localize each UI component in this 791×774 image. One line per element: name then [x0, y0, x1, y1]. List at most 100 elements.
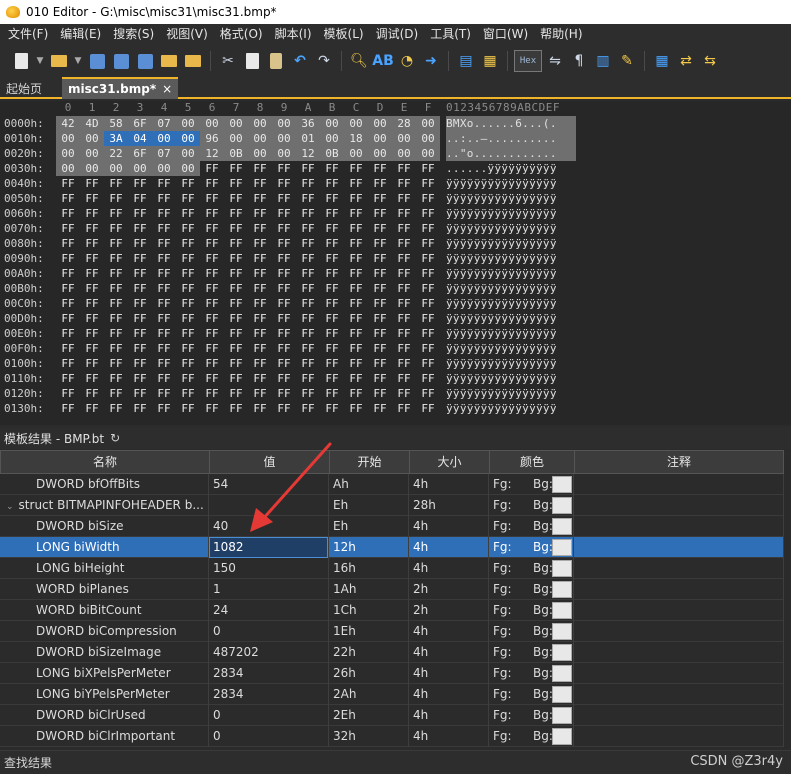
- hex-byte[interactable]: FF: [416, 266, 440, 281]
- hex-byte[interactable]: FF: [296, 296, 320, 311]
- hex-byte[interactable]: FF: [416, 311, 440, 326]
- hex-byte[interactable]: FF: [80, 356, 104, 371]
- hex-byte[interactable]: FF: [56, 176, 80, 191]
- hex-byte[interactable]: FF: [176, 251, 200, 266]
- hex-byte[interactable]: FF: [104, 311, 128, 326]
- ascii-text[interactable]: ÿÿÿÿÿÿÿÿÿÿÿÿÿÿÿÿ: [446, 371, 576, 386]
- hex-byte[interactable]: FF: [224, 326, 248, 341]
- column-header-value[interactable]: 值: [210, 451, 330, 473]
- hex-byte[interactable]: 00: [368, 146, 392, 161]
- hex-byte[interactable]: FF: [224, 206, 248, 221]
- menu-window[interactable]: 窗口(W): [477, 24, 534, 45]
- hex-byte[interactable]: FF: [296, 281, 320, 296]
- hex-byte[interactable]: FF: [200, 251, 224, 266]
- field-value-cell[interactable]: 54: [209, 474, 329, 495]
- bg-color-swatch[interactable]: [552, 644, 572, 661]
- hex-byte[interactable]: FF: [248, 281, 272, 296]
- ascii-text[interactable]: ÿÿÿÿÿÿÿÿÿÿÿÿÿÿÿÿ: [446, 341, 576, 356]
- replace-button[interactable]: AB: [372, 50, 394, 72]
- ascii-text[interactable]: ÿÿÿÿÿÿÿÿÿÿÿÿÿÿÿÿ: [446, 296, 576, 311]
- hex-byte[interactable]: FF: [152, 176, 176, 191]
- hex-byte[interactable]: FF: [176, 311, 200, 326]
- goto-button[interactable]: ➜: [420, 50, 442, 72]
- column-header-name[interactable]: 名称: [1, 451, 210, 473]
- hex-byte[interactable]: FF: [392, 296, 416, 311]
- hex-byte[interactable]: 00: [248, 131, 272, 146]
- hex-byte[interactable]: FF: [248, 206, 272, 221]
- hex-byte[interactable]: FF: [176, 281, 200, 296]
- ascii-text[interactable]: ÿÿÿÿÿÿÿÿÿÿÿÿÿÿÿÿ: [446, 386, 576, 401]
- hex-byte[interactable]: FF: [248, 296, 272, 311]
- table-row[interactable]: LONG biXPelsPerMeter 2834 26h 4h Fg: Bg:: [0, 663, 784, 684]
- hex-byte[interactable]: FF: [392, 341, 416, 356]
- hex-byte[interactable]: FF: [392, 266, 416, 281]
- hex-byte[interactable]: 00: [128, 161, 152, 176]
- column-header-size[interactable]: 大小: [410, 451, 490, 473]
- hex-byte[interactable]: FF: [392, 401, 416, 416]
- hex-byte[interactable]: FF: [344, 326, 368, 341]
- hex-byte[interactable]: FF: [392, 281, 416, 296]
- hex-byte[interactable]: FF: [176, 341, 200, 356]
- field-color-cell[interactable]: Fg: Bg:: [489, 558, 574, 579]
- undo-button[interactable]: ↶: [289, 50, 311, 72]
- hex-byte[interactable]: FF: [200, 161, 224, 176]
- hex-byte[interactable]: 42: [56, 116, 80, 131]
- field-color-cell[interactable]: Fg: Bg:: [489, 516, 574, 537]
- hex-byte[interactable]: FF: [368, 341, 392, 356]
- hex-byte[interactable]: FF: [224, 251, 248, 266]
- hex-byte[interactable]: FF: [104, 386, 128, 401]
- hex-byte[interactable]: FF: [320, 266, 344, 281]
- hex-byte[interactable]: FF: [368, 221, 392, 236]
- bg-color-swatch[interactable]: [552, 497, 572, 514]
- hex-byte[interactable]: 00: [56, 131, 80, 146]
- hex-byte[interactable]: FF: [224, 191, 248, 206]
- hex-byte[interactable]: FF: [368, 266, 392, 281]
- hex-byte[interactable]: FF: [248, 236, 272, 251]
- hex-byte[interactable]: FF: [272, 161, 296, 176]
- hex-byte[interactable]: 00: [320, 116, 344, 131]
- hex-byte[interactable]: 00: [224, 116, 248, 131]
- hex-byte[interactable]: FF: [392, 236, 416, 251]
- hex-byte[interactable]: 00: [80, 146, 104, 161]
- compare-button[interactable]: ⇄: [675, 50, 697, 72]
- bg-color-swatch[interactable]: [552, 581, 572, 598]
- hex-byte[interactable]: FF: [368, 176, 392, 191]
- run-template-button[interactable]: ▤: [455, 50, 477, 72]
- hex-byte[interactable]: FF: [200, 311, 224, 326]
- ascii-text[interactable]: ÿÿÿÿÿÿÿÿÿÿÿÿÿÿÿÿ: [446, 236, 576, 251]
- hex-byte[interactable]: FF: [320, 206, 344, 221]
- table-row[interactable]: DWORD bfOffBits 54 Ah 4h Fg: Bg:: [0, 474, 784, 495]
- run-script-button[interactable]: ▦: [479, 50, 501, 72]
- hex-byte[interactable]: 00: [368, 116, 392, 131]
- hex-byte[interactable]: FF: [368, 236, 392, 251]
- hex-byte[interactable]: FF: [344, 266, 368, 281]
- ascii-text[interactable]: .."o............: [446, 146, 576, 161]
- menu-view[interactable]: 视图(V): [160, 24, 214, 45]
- menu-template[interactable]: 模板(L): [318, 24, 370, 45]
- hex-row[interactable]: 0030h: 00 00 00 00 00 00 FF FF FF FF FF FF FF FF FF FF..…: [0, 161, 791, 176]
- hex-byte[interactable]: FF: [224, 311, 248, 326]
- hex-byte[interactable]: 00: [344, 146, 368, 161]
- hex-byte[interactable]: FF: [248, 356, 272, 371]
- hex-row[interactable]: 0080h: FF FF FF FF FF FF FF FF FF FF FF FF FF FF FF FF ÿÿ…: [0, 236, 791, 251]
- hex-byte[interactable]: FF: [320, 326, 344, 341]
- hex-byte[interactable]: FF: [392, 371, 416, 386]
- hex-byte[interactable]: FF: [176, 176, 200, 191]
- hex-byte[interactable]: 00: [56, 161, 80, 176]
- hex-byte[interactable]: FF: [272, 356, 296, 371]
- hex-byte[interactable]: FF: [368, 206, 392, 221]
- field-color-cell[interactable]: Fg: Bg:: [489, 600, 574, 621]
- hex-byte[interactable]: FF: [392, 206, 416, 221]
- hex-byte[interactable]: FF: [416, 221, 440, 236]
- hex-byte[interactable]: FF: [248, 371, 272, 386]
- copy-button[interactable]: [241, 50, 263, 72]
- hex-byte[interactable]: 00: [416, 116, 440, 131]
- hex-row[interactable]: 00E0h: FF FF FF FF FF FF FF FF FF FF FF FF FF FF FF FF ÿÿ…: [0, 326, 791, 341]
- hex-byte[interactable]: 00: [152, 131, 176, 146]
- hex-byte[interactable]: FF: [416, 296, 440, 311]
- hex-byte[interactable]: FF: [416, 341, 440, 356]
- hex-byte[interactable]: FF: [152, 341, 176, 356]
- hex-byte[interactable]: FF: [296, 266, 320, 281]
- hex-byte[interactable]: FF: [128, 326, 152, 341]
- hex-byte[interactable]: 00: [344, 116, 368, 131]
